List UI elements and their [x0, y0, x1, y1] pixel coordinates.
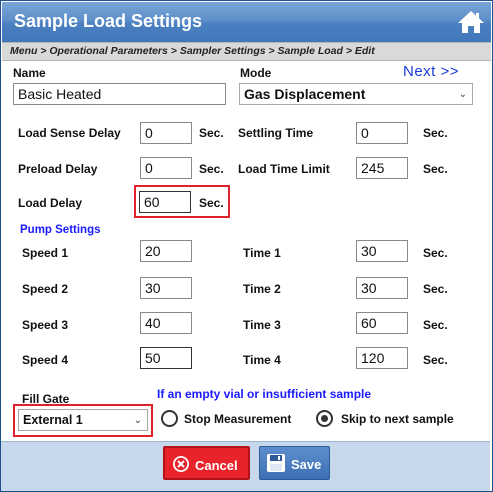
cancel-icon: [172, 455, 190, 473]
speed-field[interactable]: 30: [140, 277, 192, 299]
page-title: Sample Load Settings: [14, 11, 203, 31]
name-label: Name: [13, 66, 46, 80]
time-field[interactable]: 30: [356, 277, 408, 299]
breadcrumb-text: Menu > Operational Parameters > Sampler …: [10, 45, 375, 57]
cancel-button[interactable]: Cancel: [163, 446, 250, 480]
save-button[interactable]: Save: [259, 446, 330, 480]
speed-label: Speed 4: [22, 353, 69, 367]
unit-label: Sec.: [199, 162, 224, 176]
skip-next-sample-label: Skip to next sample: [341, 412, 454, 426]
speed-field[interactable]: 20: [140, 240, 192, 262]
chevron-down-icon: ⌄: [458, 89, 467, 100]
unit-label: Sec.: [199, 126, 224, 140]
unit-label: Sec.: [423, 282, 448, 296]
skip-next-sample-radio[interactable]: [316, 410, 333, 427]
stop-measurement-radio[interactable]: [161, 410, 178, 427]
settling-time-label: Settling Time: [238, 126, 314, 140]
name-field[interactable]: Basic Heated: [13, 83, 226, 105]
unit-label: Sec.: [423, 162, 448, 176]
load-sense-delay-field[interactable]: 0: [140, 122, 192, 144]
stop-measurement-label: Stop Measurement: [184, 412, 292, 426]
load-time-limit-field[interactable]: 245: [356, 157, 408, 179]
time-field[interactable]: 120: [356, 347, 408, 369]
time-label: Time 2: [243, 282, 281, 296]
unit-label: Sec.: [423, 353, 448, 367]
time-field[interactable]: 60: [356, 312, 408, 334]
next-link[interactable]: Next >>: [403, 63, 459, 80]
load-delay-label: Load Delay: [18, 196, 83, 210]
time-field[interactable]: 30: [356, 240, 408, 262]
fill-gate-select[interactable]: External 1 ⌄: [18, 409, 148, 431]
speed-label: Speed 1: [22, 246, 69, 260]
time-label: Time 3: [243, 318, 281, 332]
preload-delay-field[interactable]: 0: [140, 157, 192, 179]
speed-field[interactable]: 50: [140, 347, 192, 369]
floppy-disk-icon: [266, 453, 286, 473]
time-label: Time 1: [243, 246, 281, 260]
home-icon[interactable]: [457, 9, 485, 35]
settling-time-field[interactable]: 0: [356, 122, 408, 144]
empty-vial-heading: If an empty vial or insufficient sample: [157, 387, 372, 401]
preload-delay-label: Preload Delay: [18, 162, 98, 176]
unit-label: Sec.: [199, 196, 224, 210]
cancel-label: Cancel: [195, 458, 238, 473]
unit-label: Sec.: [423, 318, 448, 332]
title-bar: Sample Load Settings: [2, 2, 491, 42]
speed-label: Speed 3: [22, 318, 69, 332]
speed-field[interactable]: 40: [140, 312, 192, 334]
time-label: Time 4: [243, 353, 281, 367]
speed-label: Speed 2: [22, 282, 69, 296]
load-delay-field[interactable]: 60: [139, 191, 191, 213]
unit-label: Sec.: [423, 246, 448, 260]
mode-value: Gas Displacement: [244, 86, 366, 102]
breadcrumb: Menu > Operational Parameters > Sampler …: [2, 42, 491, 61]
chevron-down-icon: ⌄: [133, 415, 142, 426]
save-label: Save: [291, 457, 322, 472]
load-sense-delay-label: Load Sense Delay: [18, 126, 121, 140]
mode-label: Mode: [240, 66, 272, 80]
unit-label: Sec.: [423, 126, 448, 140]
fill-gate-value: External 1: [23, 413, 83, 427]
load-time-limit-label: Load Time Limit: [238, 162, 330, 176]
mode-select[interactable]: Gas Displacement ⌄: [239, 83, 473, 105]
pump-settings-heading: Pump Settings: [20, 224, 101, 236]
